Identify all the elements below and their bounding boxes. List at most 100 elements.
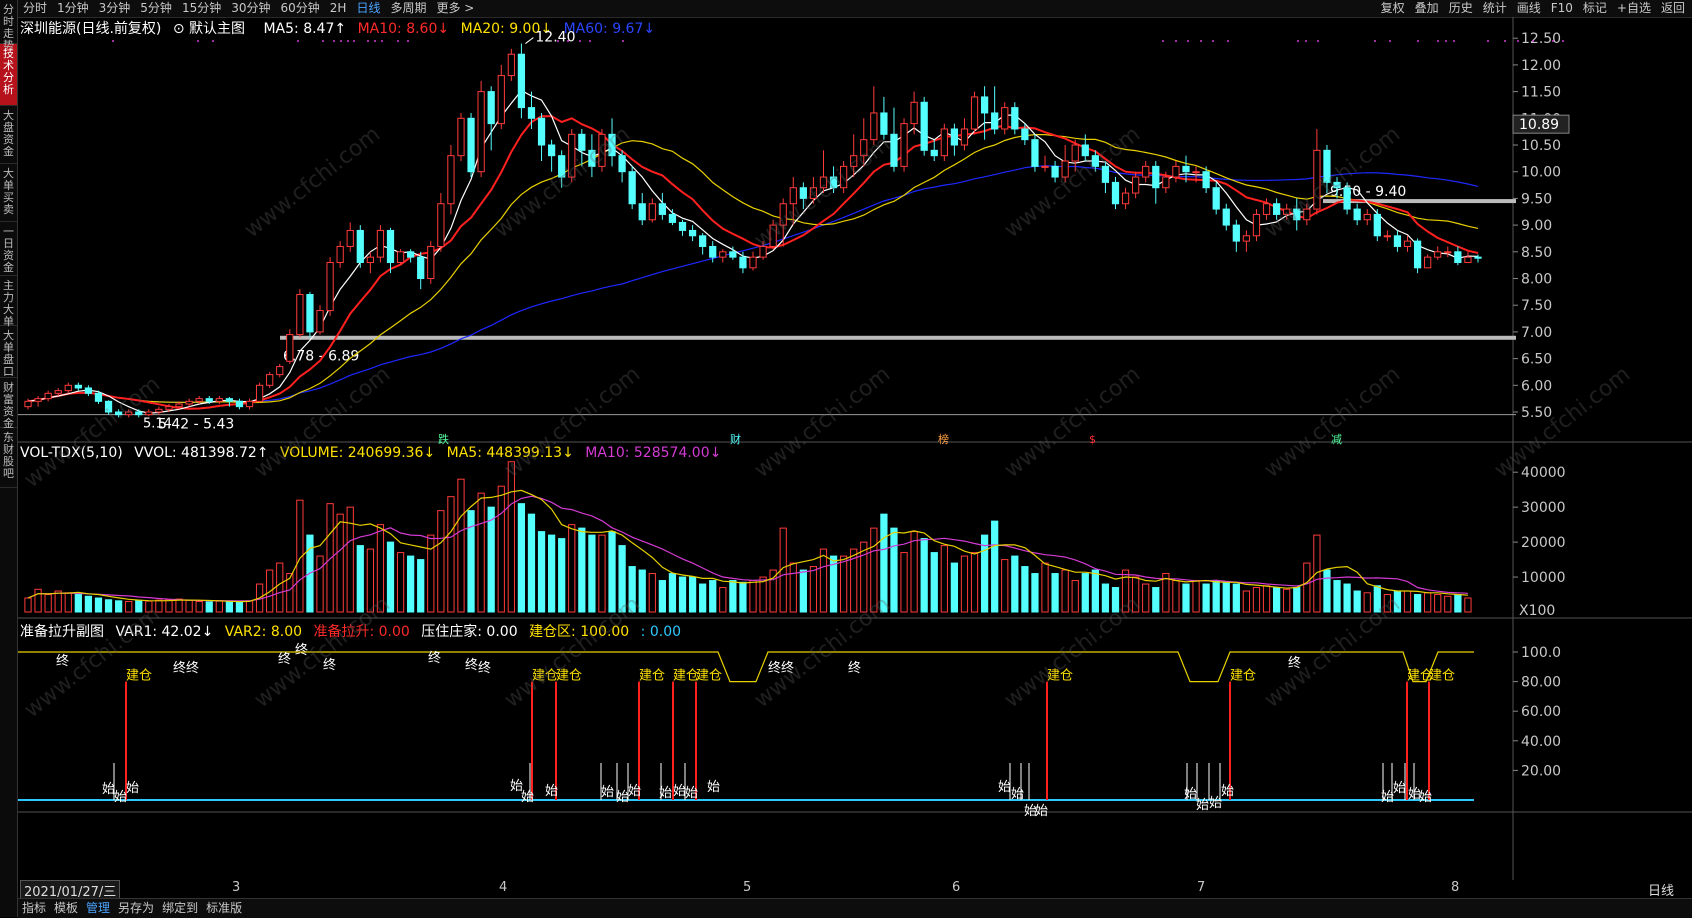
end-label: 终 bbox=[428, 650, 441, 666]
candle-body bbox=[779, 203, 787, 226]
candle-body bbox=[1353, 208, 1361, 221]
signal-dot bbox=[557, 40, 559, 42]
period-tab-1[interactable]: 1分钟 bbox=[52, 0, 94, 17]
candle-body bbox=[255, 384, 264, 402]
volume-bar bbox=[1031, 573, 1039, 613]
sidebar-item-0[interactable]: 分时走势 bbox=[0, 0, 17, 52]
candle-body bbox=[870, 112, 878, 141]
candle-body bbox=[24, 400, 32, 408]
volume-bar bbox=[1444, 595, 1452, 613]
candle-body bbox=[1021, 128, 1029, 141]
toolbar-button-5[interactable]: F10 bbox=[1546, 0, 1578, 17]
period-tab-0[interactable]: 分时 bbox=[18, 0, 52, 17]
signal-dot bbox=[367, 40, 369, 42]
x-tick-5: 5 bbox=[743, 880, 752, 895]
candle-body bbox=[648, 203, 656, 221]
bottom-button-3[interactable]: 另存为 bbox=[114, 899, 158, 918]
bottom-button-2[interactable]: 管理 bbox=[82, 899, 114, 918]
sidebar-item-2[interactable]: 大盘资金 bbox=[0, 106, 17, 164]
start-label: 始 bbox=[521, 790, 534, 805]
volume-bar bbox=[1232, 583, 1240, 613]
toolbar-button-3[interactable]: 统计 bbox=[1478, 0, 1512, 17]
volume-bar bbox=[1142, 583, 1150, 613]
volume-bar bbox=[588, 534, 596, 613]
period-tab-8[interactable]: 日线 bbox=[351, 0, 385, 17]
volume-bar bbox=[1242, 590, 1251, 613]
sidebar-item-3[interactable]: 大单买卖 bbox=[0, 164, 17, 222]
volume-bar bbox=[24, 597, 32, 613]
volume-bar bbox=[1313, 534, 1321, 613]
sidebar-item-5[interactable]: 主力大单 bbox=[0, 276, 17, 328]
period-tab-2[interactable]: 3分钟 bbox=[94, 0, 136, 17]
volume-bar bbox=[668, 573, 677, 613]
volume-bar bbox=[104, 599, 113, 613]
signal-dot bbox=[397, 40, 399, 42]
candle-body bbox=[1132, 176, 1140, 194]
candle-body bbox=[1333, 181, 1341, 189]
toolbar-button-0[interactable]: 复权 bbox=[1376, 0, 1410, 17]
candle-body bbox=[1051, 165, 1059, 178]
candle-body bbox=[1001, 107, 1009, 130]
volume-bar bbox=[145, 600, 153, 613]
candle-body bbox=[1041, 165, 1049, 168]
end-label: 终 bbox=[186, 660, 199, 676]
chart-area[interactable]: 12.5012.0011.5011.0010.5010.009.509.008.… bbox=[18, 17, 1692, 880]
period-tab-9[interactable]: 多周期 bbox=[385, 0, 431, 17]
candle-body bbox=[276, 366, 284, 376]
sidebar-item-8[interactable]: 东财股吧 bbox=[0, 428, 17, 488]
candle-body bbox=[840, 165, 848, 189]
volume-bar bbox=[1101, 583, 1110, 613]
toolbar-button-6[interactable]: 标记 bbox=[1578, 0, 1612, 17]
sidebar-item-7[interactable]: 财富资金 bbox=[0, 378, 17, 430]
bottom-button-1[interactable]: 模板 bbox=[50, 899, 82, 918]
candle-body bbox=[396, 251, 405, 263]
period-tab-3[interactable]: 5分钟 bbox=[135, 0, 177, 17]
start-label: 始 bbox=[1419, 790, 1432, 805]
bottom-button-5[interactable]: 标准版 bbox=[202, 899, 246, 918]
candle-body bbox=[527, 107, 536, 119]
candle-body bbox=[1373, 213, 1381, 237]
build-label: 建仓 bbox=[1230, 669, 1256, 684]
volume-bar bbox=[1051, 573, 1059, 613]
y-tick-label: 11.50 bbox=[1521, 85, 1561, 101]
candle-body bbox=[960, 128, 969, 146]
candle-body bbox=[688, 229, 697, 237]
volume-bar bbox=[1252, 587, 1261, 613]
sidebar-item-1[interactable]: 技术分析 bbox=[0, 44, 17, 106]
candle-body bbox=[719, 251, 727, 258]
volume-bar bbox=[477, 492, 485, 613]
volume-bar bbox=[437, 510, 445, 613]
toolbar-button-7[interactable]: +自选 bbox=[1612, 0, 1656, 17]
sidebar-item-6[interactable]: 大单盘口 bbox=[0, 326, 17, 378]
volume-bar bbox=[739, 581, 747, 613]
period-tab-4[interactable]: 15分钟 bbox=[177, 0, 226, 17]
signal-dot bbox=[589, 40, 591, 42]
bottom-button-0[interactable]: 指标 bbox=[18, 899, 50, 918]
period-tab-6[interactable]: 60分钟 bbox=[276, 0, 325, 17]
start-label: 始 bbox=[601, 785, 614, 800]
event-marker: 财 bbox=[730, 432, 741, 446]
toolbar-button-2[interactable]: 历史 bbox=[1444, 0, 1478, 17]
candle-body bbox=[1252, 213, 1261, 237]
volume-bar bbox=[34, 588, 42, 613]
event-marker: 榜 bbox=[938, 432, 949, 446]
signal-dot bbox=[1317, 40, 1319, 42]
signal-dot bbox=[1175, 40, 1177, 42]
candle-body bbox=[1272, 203, 1281, 215]
period-tab-7[interactable]: 2H bbox=[325, 0, 352, 17]
period-tab-5[interactable]: 30分钟 bbox=[226, 0, 275, 17]
volume-bar bbox=[487, 506, 495, 613]
candle-body bbox=[84, 387, 93, 394]
volume-bar bbox=[1212, 580, 1220, 613]
toolbar-button-1[interactable]: 叠加 bbox=[1410, 0, 1444, 17]
volume-bar bbox=[799, 569, 807, 613]
toolbar-button-8[interactable]: 返回 bbox=[1656, 0, 1690, 17]
toolbar-button-4[interactable]: 画线 bbox=[1512, 0, 1546, 17]
volume-bar bbox=[940, 545, 948, 613]
volume-bar bbox=[336, 513, 344, 613]
bottom-button-4[interactable]: 绑定到 bbox=[158, 899, 202, 918]
build-label: 建仓 bbox=[639, 669, 665, 684]
candle-body bbox=[598, 133, 606, 167]
period-tab-10[interactable]: 更多 > bbox=[431, 0, 479, 17]
sidebar-item-4[interactable]: 一日资金 bbox=[0, 222, 17, 276]
